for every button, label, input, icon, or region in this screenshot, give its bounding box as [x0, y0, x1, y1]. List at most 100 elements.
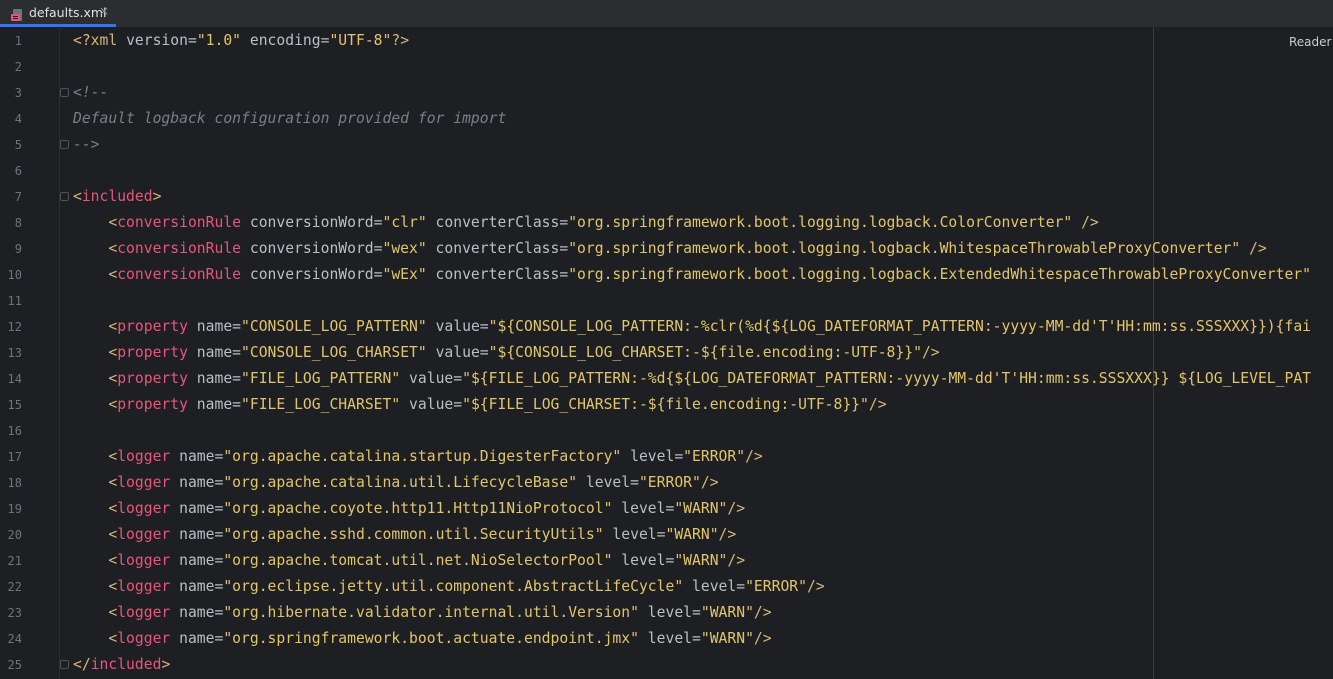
code-token: property [117, 318, 188, 335]
code-line[interactable]: 5 --> [0, 132, 1333, 158]
code-line[interactable]: 18 <logger name="org.apache.catalina.uti… [0, 470, 1333, 496]
code-line[interactable]: 17 <logger name="org.apache.catalina.sta… [0, 444, 1333, 470]
line-number: 2 [14, 60, 22, 74]
code-line[interactable]: 2 [0, 54, 1333, 80]
code-token: logger [117, 526, 171, 543]
line-number: 13 [7, 346, 22, 360]
code-token: </ [73, 656, 91, 673]
code-token: encoding= [241, 32, 330, 49]
code-token: --> [73, 136, 100, 153]
code-line[interactable]: 9 <conversionRule conversionWord="wex" c… [0, 236, 1333, 262]
code-text: <conversionRule conversionWord="wEx" con… [73, 262, 1311, 288]
line-number: 24 [7, 632, 22, 646]
code-token: "org.apache.catalina.util.LifecycleBase" [223, 474, 578, 491]
line-number: 4 [14, 112, 22, 126]
code-token: "1.0" [196, 32, 242, 49]
code-line[interactable]: 10 <conversionRule conversionWord="wEx" … [0, 262, 1333, 288]
code-token: /> [753, 630, 772, 647]
code-token: < [108, 552, 118, 569]
code-line[interactable]: 15 <property name="FILE_LOG_CHARSET" val… [0, 392, 1333, 418]
line-number: 23 [7, 606, 22, 620]
line-number: 11 [7, 294, 22, 308]
code-token: /> [806, 578, 825, 595]
line-number: 22 [7, 580, 22, 594]
code-token: logger [117, 578, 171, 595]
code-token: < [108, 396, 118, 413]
code-token: "clr" [382, 214, 427, 231]
code-line[interactable]: 4 Default logback configuration provided … [0, 106, 1333, 132]
fold-marker-icon[interactable] [60, 140, 69, 149]
code-token: "org.apache.catalina.startup.DigesterFac… [223, 448, 622, 465]
code-token: < [108, 370, 118, 387]
code-line[interactable]: 22 <logger name="org.eclipse.jetty.util.… [0, 574, 1333, 600]
code-token: < [108, 578, 118, 595]
code-line[interactable]: 6 [0, 158, 1333, 184]
code-line[interactable]: 3 <!-- [0, 80, 1333, 106]
tab-defaults-xml[interactable]: defaults.xml × [0, 0, 116, 27]
code-token: property [117, 396, 188, 413]
code-token: < [108, 630, 118, 647]
code-token: "${CONSOLE_LOG_CHARSET:-${file.encoding:… [488, 344, 922, 361]
code-text: --> [73, 132, 100, 158]
code-line[interactable]: 1 <?xml version="1.0" encoding="UTF-8"?> [0, 28, 1333, 54]
code-line[interactable]: 24 <logger name="org.springframework.boo… [0, 626, 1333, 652]
code-token: level= [612, 500, 675, 517]
code-token: "ERROR" [745, 578, 807, 595]
code-token: < [108, 240, 118, 257]
code-token: conversionRule [117, 240, 242, 257]
line-number: 7 [14, 190, 22, 204]
code-token: logger [117, 500, 171, 517]
fold-marker-icon[interactable] [60, 192, 69, 201]
code-line[interactable]: 8 <conversionRule conversionWord="clr" c… [0, 210, 1333, 236]
code-token: /> [1072, 214, 1099, 231]
code-token: name= [187, 318, 242, 335]
code-line[interactable]: 25 </included> [0, 652, 1333, 678]
code-token: "${FILE_LOG_CHARSET:-${file.encoding:-UT… [462, 396, 869, 413]
code-token: conversionRule [117, 214, 242, 231]
code-line[interactable]: 20 <logger name="org.apache.sshd.common.… [0, 522, 1333, 548]
line-number: 20 [7, 528, 22, 542]
code-line[interactable]: 12 <property name="CONSOLE_LOG_PATTERN" … [0, 314, 1333, 340]
code-token: > [152, 188, 162, 205]
code-text: <logger name="org.apache.catalina.startu… [73, 444, 762, 470]
code-line[interactable]: 21 <logger name="org.apache.tomcat.util.… [0, 548, 1333, 574]
code-token: name= [170, 578, 224, 595]
code-token: value= [400, 396, 463, 413]
code-token: < [108, 474, 118, 491]
line-number: 8 [14, 216, 22, 230]
code-token: > [161, 656, 171, 673]
code-editor[interactable]: Reader Mode 1<?xml version="1.0" encodin… [0, 28, 1333, 679]
code-text: <property name="CONSOLE_LOG_CHARSET" val… [73, 340, 939, 366]
code-line[interactable]: 19 <logger name="org.apache.coyote.http1… [0, 496, 1333, 522]
code-token: value= [426, 318, 489, 335]
code-token: "org.apache.sshd.common.util.SecurityUti… [223, 526, 604, 543]
code-token: /> [868, 396, 887, 413]
code-line[interactable]: 23 <logger name="org.hibernate.validator… [0, 600, 1333, 626]
code-line[interactable]: 7 <included> [0, 184, 1333, 210]
code-token: name= [170, 500, 224, 517]
code-token: logger [117, 474, 171, 491]
code-text: </included> [73, 652, 170, 678]
code-text: <logger name="org.hibernate.validator.in… [73, 600, 771, 626]
line-number: 15 [7, 398, 22, 412]
code-token: /> [1240, 240, 1267, 257]
xml-file-icon [10, 7, 24, 21]
code-line[interactable]: 11 [0, 288, 1333, 314]
code-line[interactable]: 16 [0, 418, 1333, 444]
code-token: level= [612, 552, 675, 569]
code-token: /> [727, 552, 746, 569]
code-token: "wex" [382, 240, 427, 257]
fold-marker-icon[interactable] [60, 88, 69, 97]
tab-close-icon[interactable]: × [99, 4, 109, 18]
code-line[interactable]: 13 <property name="CONSOLE_LOG_CHARSET" … [0, 340, 1333, 366]
fold-marker-icon[interactable] [60, 660, 69, 669]
code-text: <logger name="org.apache.catalina.util.L… [73, 470, 718, 496]
code-line[interactable]: 14 <property name="FILE_LOG_PATTERN" val… [0, 366, 1333, 392]
line-number: 6 [14, 164, 22, 178]
